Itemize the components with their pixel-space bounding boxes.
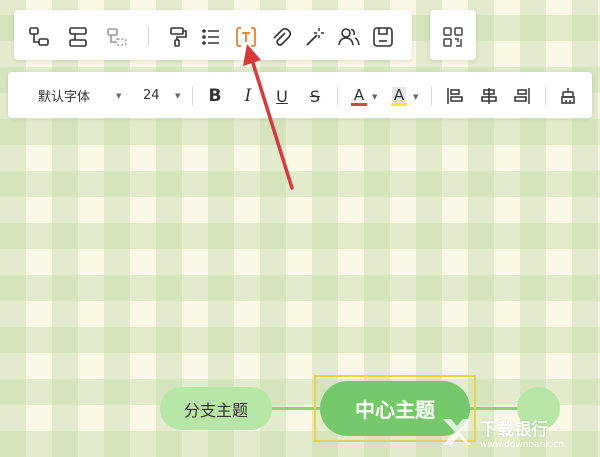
- central-topic-label: 中心主题: [355, 398, 435, 422]
- watermark-subtitle: www.downbank.cn: [480, 439, 565, 450]
- watermark: 下载银行 www.downbank.cn: [440, 407, 600, 457]
- watermark-title: 下载银行: [480, 419, 548, 440]
- watermark-logo-icon: [443, 419, 471, 445]
- branch-topic-node[interactable]: 分支主题: [160, 387, 272, 430]
- branch-topic-label: 分支主题: [183, 400, 248, 420]
- annotation-arrow: [243, 44, 294, 190]
